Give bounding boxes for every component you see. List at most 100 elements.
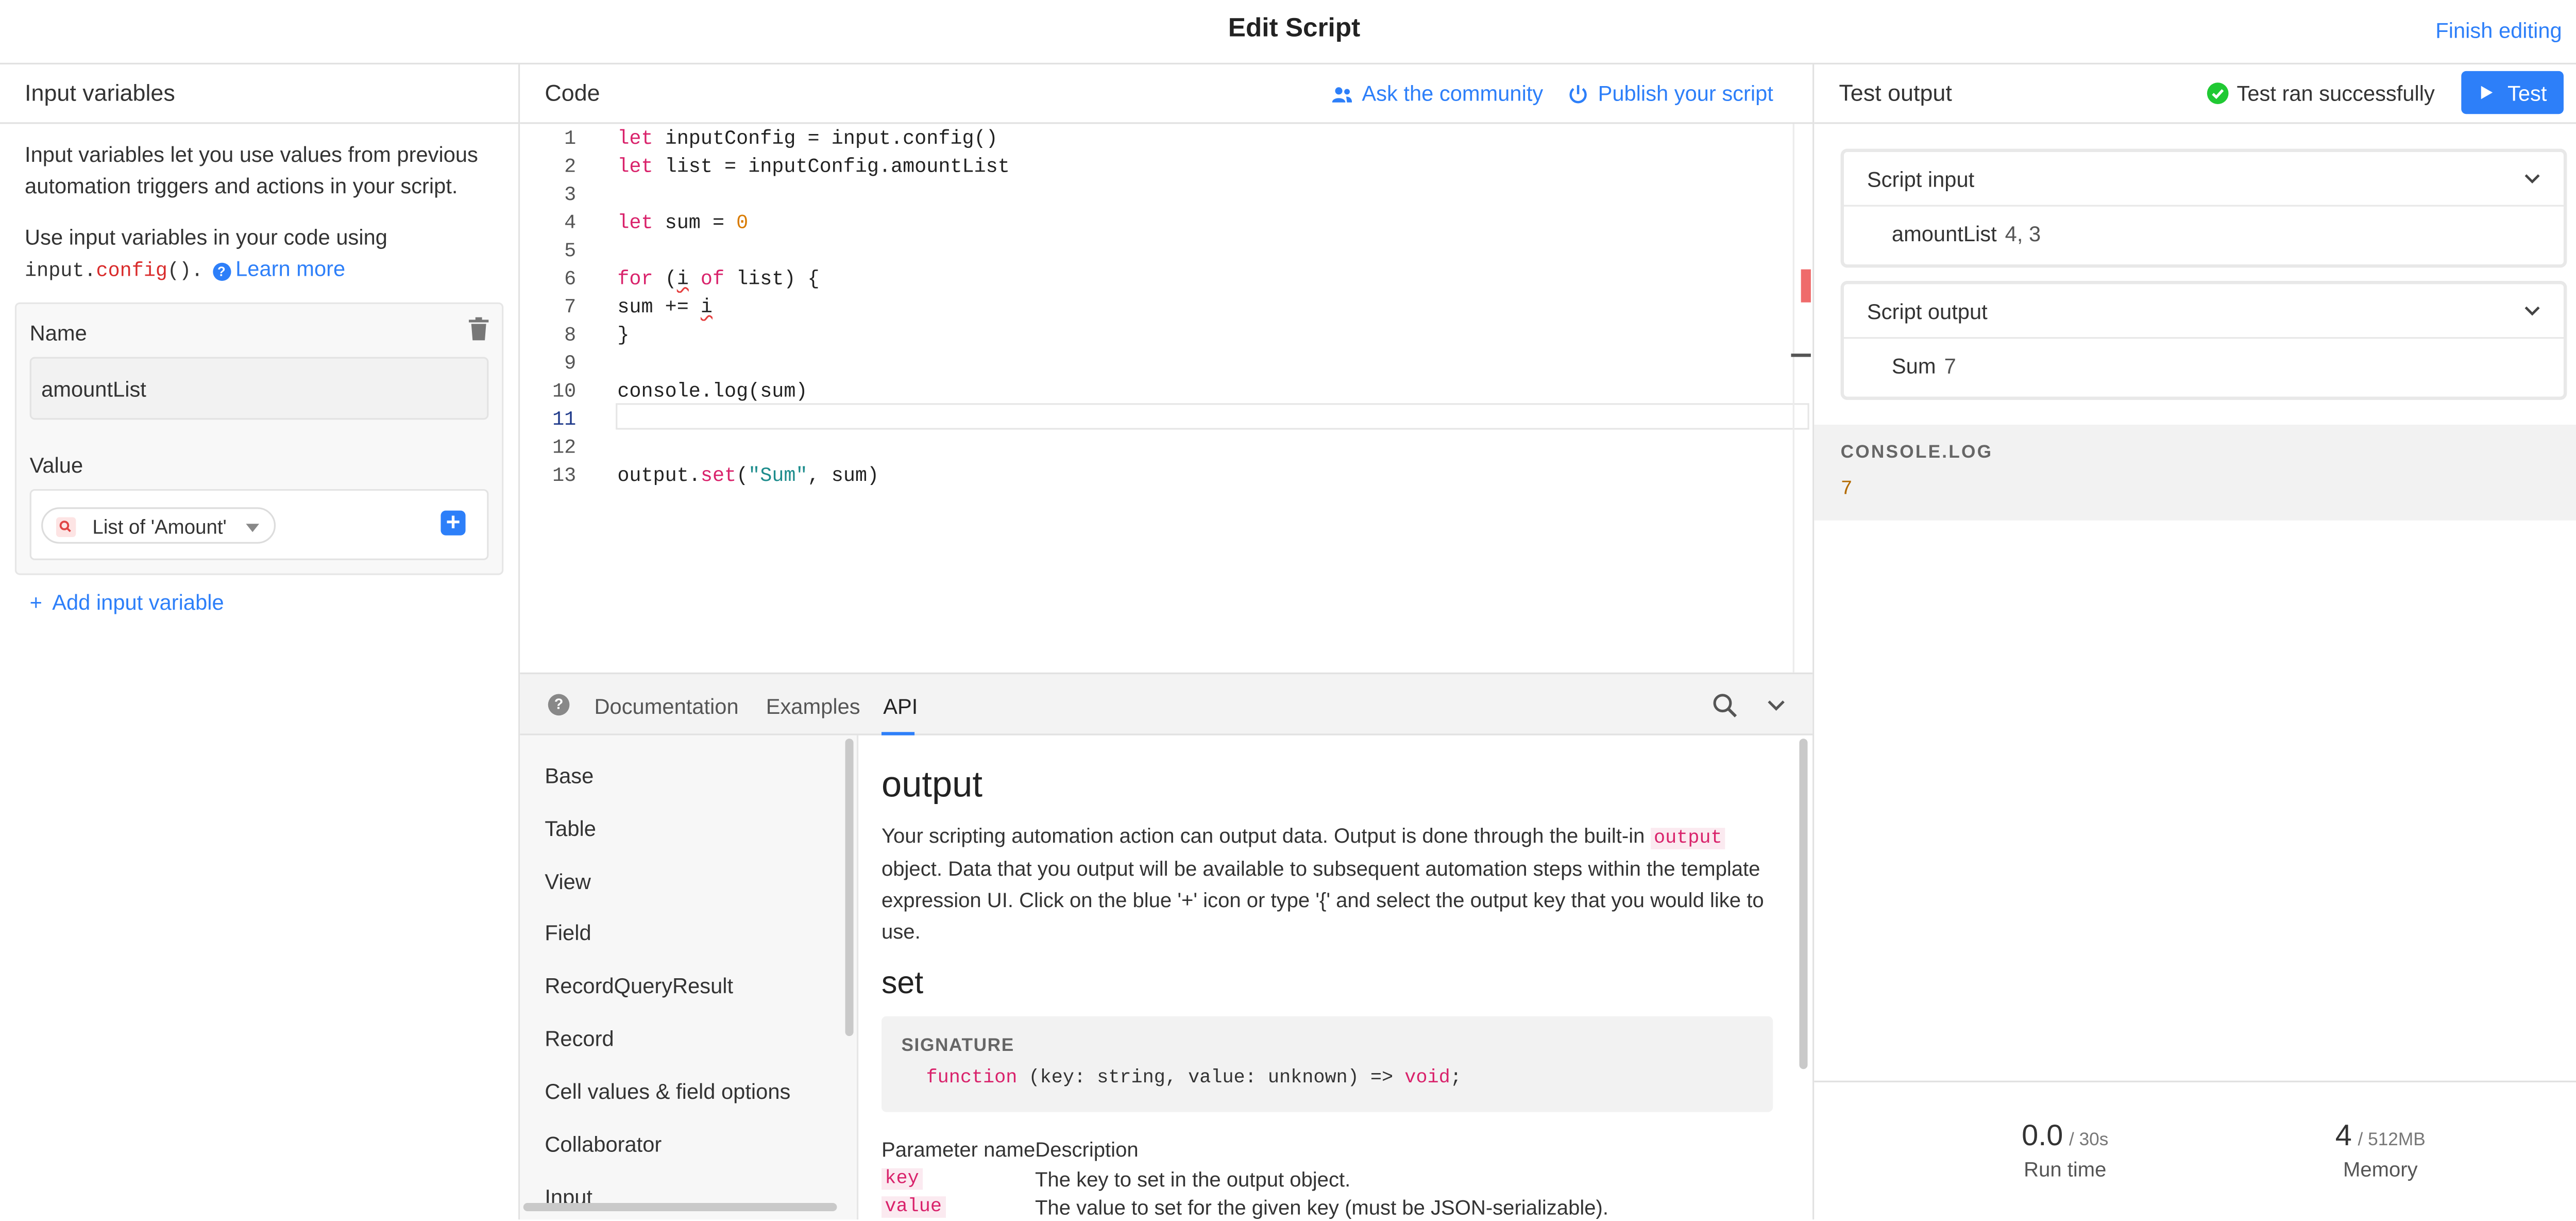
input-variables-usage: Use input variables in your code using i… — [25, 222, 495, 288]
nav-item-collaborator[interactable]: Collaborator — [545, 1132, 662, 1157]
signature-box: SIGNATURE function (key: string, value: … — [881, 1016, 1773, 1112]
input-variables-header: Input variables — [0, 64, 519, 124]
docs-content: output Your scripting automation action … — [858, 735, 1812, 1219]
script-output-title: Script output — [1867, 299, 1988, 324]
chevron-down-icon[interactable] — [2524, 304, 2540, 317]
signature-code: function (key: string, value: unknown) =… — [926, 1067, 1462, 1089]
usage-code-parens: (). — [167, 259, 204, 283]
variable-name-input[interactable] — [29, 357, 489, 420]
value-token-pill[interactable]: List of 'Amount' — [41, 507, 276, 544]
top-bar: Edit Script Finish editing — [0, 0, 2576, 65]
variable-value-field[interactable]: List of 'Amount' + — [29, 489, 489, 560]
script-output-row: Sum 7 — [1892, 354, 1956, 378]
script-input-title: Script input — [1867, 166, 1975, 192]
console-log-value: 7 — [1840, 477, 1853, 501]
input-variable-card: Name Value List of 'Amount' + — [14, 302, 504, 575]
tab-documentation[interactable]: Documentation — [594, 694, 738, 719]
nav-item-recordqueryresult[interactable]: RecordQueryResult — [545, 973, 733, 998]
help-icon[interactable]: ? — [548, 694, 570, 716]
script-input-row: amountList 4, 3 — [1892, 222, 2041, 246]
tab-examples[interactable]: Examples — [766, 694, 860, 719]
doc-subheading: set — [881, 966, 924, 1001]
publish-script-label: Publish your script — [1598, 81, 1773, 106]
runtime-value: 0.0 — [2022, 1118, 2063, 1152]
finish-editing-button[interactable]: Finish editing — [2435, 18, 2562, 43]
test-status: Test ran successfully — [2207, 81, 2435, 106]
code-line: 9 — [564, 352, 577, 375]
doc-paragraph: Your scripting automation action can out… — [881, 824, 1764, 944]
add-input-variable-button[interactable]: + Add input variable — [30, 590, 224, 615]
memory-stat: 4 / 512MB Memory — [2281, 1118, 2479, 1181]
cursor-marker — [1791, 354, 1811, 357]
nav-horizontal-scrollbar[interactable] — [523, 1202, 837, 1211]
param-description: The key to set in the output object. — [1035, 1168, 1351, 1192]
script-input-header[interactable]: Script input — [1843, 152, 2564, 207]
search-token-icon — [56, 517, 76, 537]
code-line: 1 let inputConfig = input.config() — [564, 127, 998, 150]
nav-item-field[interactable]: Field — [545, 921, 591, 945]
code-header: Code Ask the community Publish your scri… — [520, 64, 1813, 124]
code-line: 10 console.log(sum) — [552, 380, 808, 404]
test-status-label: Test ran successfully — [2236, 81, 2435, 106]
runtime-limit: / 30s — [2069, 1130, 2109, 1150]
script-output-header[interactable]: Script output — [1843, 284, 2564, 339]
inline-code: output — [1650, 828, 1726, 849]
page-title: Edit Script — [1228, 14, 1361, 43]
ask-community-label: Ask the community — [1362, 81, 1544, 106]
chevron-down-icon[interactable] — [2524, 172, 2540, 185]
power-icon — [1569, 85, 1587, 104]
nav-item-record[interactable]: Record — [545, 1026, 614, 1051]
code-line: 8} — [564, 324, 630, 347]
script-input-value: 4, 3 — [2005, 221, 2041, 246]
publish-script-button[interactable]: Publish your script — [1568, 81, 1773, 106]
test-output-header: Test output Test ran successfully Test — [1814, 64, 2576, 124]
test-output-title: Test output — [1839, 79, 1952, 106]
code-line: 5 — [564, 239, 577, 263]
code-line: 2 let list = inputConfig.amountList — [564, 155, 1010, 179]
param-description: The value to set for the given key (must… — [1035, 1196, 1608, 1220]
tab-api[interactable]: API — [883, 694, 918, 719]
editor-scrollbar[interactable] — [1792, 124, 1815, 673]
trash-icon[interactable] — [468, 317, 489, 341]
docs-tab-bar: ? Documentation Examples API — [520, 672, 1813, 735]
code-line: 12 — [552, 436, 577, 460]
doc-heading: output — [881, 763, 982, 805]
chevron-down-icon[interactable] — [1766, 697, 1786, 714]
add-input-variable-label: Add input variable — [52, 590, 224, 615]
code-line: 6 for (i of list) { — [564, 267, 820, 291]
people-icon — [1332, 87, 1352, 103]
memory-caption: Memory — [2343, 1158, 2418, 1182]
nav-item-table[interactable]: Table — [545, 816, 596, 841]
runtime-caption: Run time — [2024, 1158, 2107, 1182]
code-line: 13 output.set("Sum", sum) — [552, 464, 879, 488]
usage-code-config: config — [96, 259, 168, 283]
param-name: key — [881, 1168, 923, 1190]
nav-item-base[interactable]: Base — [545, 763, 594, 788]
script-output-key: Sum — [1891, 354, 1936, 379]
usage-text: Use input variables in your code using — [25, 225, 387, 250]
nav-item-view[interactable]: View — [545, 869, 591, 894]
script-output-card: Script output Sum 7 — [1840, 281, 2567, 400]
code-line: 7 sum += i — [564, 295, 713, 319]
param-header: Parameter nameDescription — [881, 1138, 1139, 1162]
value-label: Value — [29, 453, 83, 478]
run-stats: 0.0 / 30s Run time 4 / 512MB Memory — [1814, 1080, 2576, 1221]
add-token-button[interactable]: + — [440, 510, 466, 536]
test-button-label: Test — [2507, 81, 2547, 106]
test-button[interactable]: Test — [2461, 71, 2564, 114]
learn-more-link[interactable]: Learn more — [235, 256, 345, 281]
code-editor[interactable]: 1 let inputConfig = input.config() 2 let l… — [520, 124, 1815, 673]
code-line-active: 11 — [552, 408, 577, 431]
error-marker — [1801, 269, 1811, 303]
nav-scrollbar[interactable] — [845, 739, 854, 1036]
plus-icon: + — [29, 590, 43, 615]
ask-community-button[interactable]: Ask the community — [1332, 81, 1544, 106]
code-line: 4 let sum = 0 — [564, 211, 749, 235]
docs-scrollbar[interactable] — [1799, 739, 1808, 1069]
nav-item-cell-values[interactable]: Cell values & field options — [545, 1079, 790, 1104]
caret-down-icon — [246, 524, 260, 532]
runtime-stat: 0.0 / 30s Run time — [1966, 1118, 2164, 1181]
search-icon[interactable] — [1712, 692, 1738, 718]
check-circle-icon — [2207, 82, 2229, 104]
code-panel: Code Ask the community Publish your scri… — [520, 64, 1815, 1220]
